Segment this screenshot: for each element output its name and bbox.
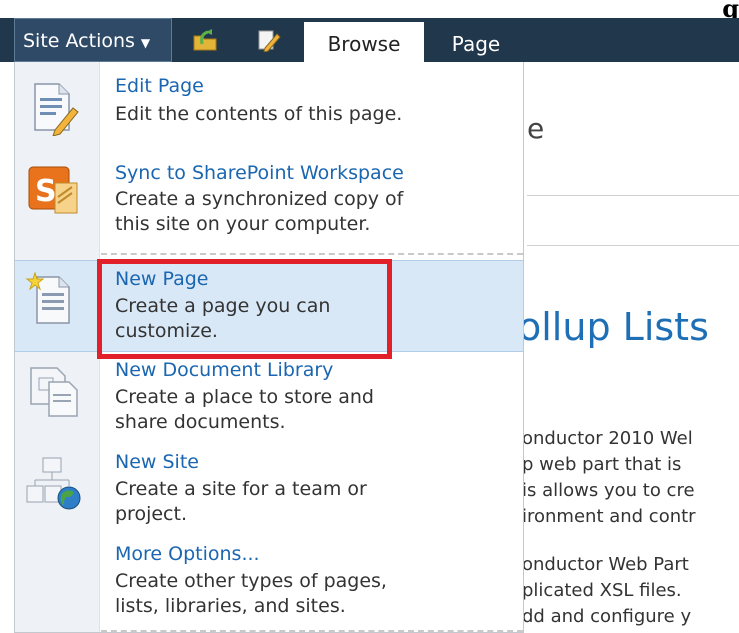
ribbon: g Site Actions ▼ Browse Page (0, 0, 739, 62)
menu-item-title: Sync to SharePoint Workspace (115, 162, 404, 184)
site-actions-label: Site Actions (23, 30, 135, 52)
document-library-icon (30, 367, 78, 417)
tab-page[interactable]: Page (436, 22, 516, 62)
edit-icon[interactable] (256, 28, 282, 52)
menu-separator (101, 253, 523, 255)
svg-text:S: S (35, 174, 57, 209)
menu-item-description: Create a synchronized copy of this site … (115, 188, 404, 235)
menu-item-description: Edit the contents of this page. (115, 103, 403, 125)
menu-item-description: Create other types of pages, lists, libr… (115, 570, 387, 617)
site-actions-button[interactable]: Site Actions ▼ (14, 18, 172, 62)
new-page-icon (25, 271, 70, 324)
menu-item-title: New Document Library (115, 359, 334, 381)
menu-item-new-document-library[interactable]: New Document Library Create a place to s… (15, 352, 523, 444)
menu-item-description: Create a place to store and share docume… (115, 386, 374, 433)
divider (527, 245, 739, 246)
tab-browse[interactable]: Browse (304, 22, 424, 62)
menu-item-description: Create a site for a team or project. (115, 478, 367, 525)
content-paragraph: onductor Web Part plicated XSL files. dd… (522, 554, 692, 627)
content-paragraph: onductor 2010 Wel p web part that is is … (522, 428, 696, 527)
divider (527, 195, 739, 196)
menu-item-title: Edit Page (115, 75, 204, 97)
menu-separator (101, 630, 523, 632)
menu-item-title: More Options... (115, 543, 260, 565)
menu-item-sync-workspace[interactable]: S Sync to SharePoint Workspace Create a … (15, 158, 523, 250)
page-text-fragment: e (527, 112, 545, 145)
chevron-down-icon: ▼ (140, 36, 151, 50)
menu-item-title: New Site (115, 451, 199, 473)
navigate-up-icon[interactable] (192, 28, 218, 52)
new-site-icon (26, 457, 81, 510)
menu-item-edit-page[interactable]: Edit Page Edit the contents of this page… (15, 62, 523, 158)
sharepoint-workspace-icon: S (28, 166, 78, 214)
menu-item-new-site[interactable]: New Site Create a site for a team or pro… (15, 444, 523, 536)
menu-item-more-options[interactable]: More Options... Create other types of pa… (15, 536, 523, 630)
highlight-callout (97, 259, 392, 359)
edit-page-icon (34, 83, 79, 136)
content-heading: ollup Lists (518, 305, 709, 349)
